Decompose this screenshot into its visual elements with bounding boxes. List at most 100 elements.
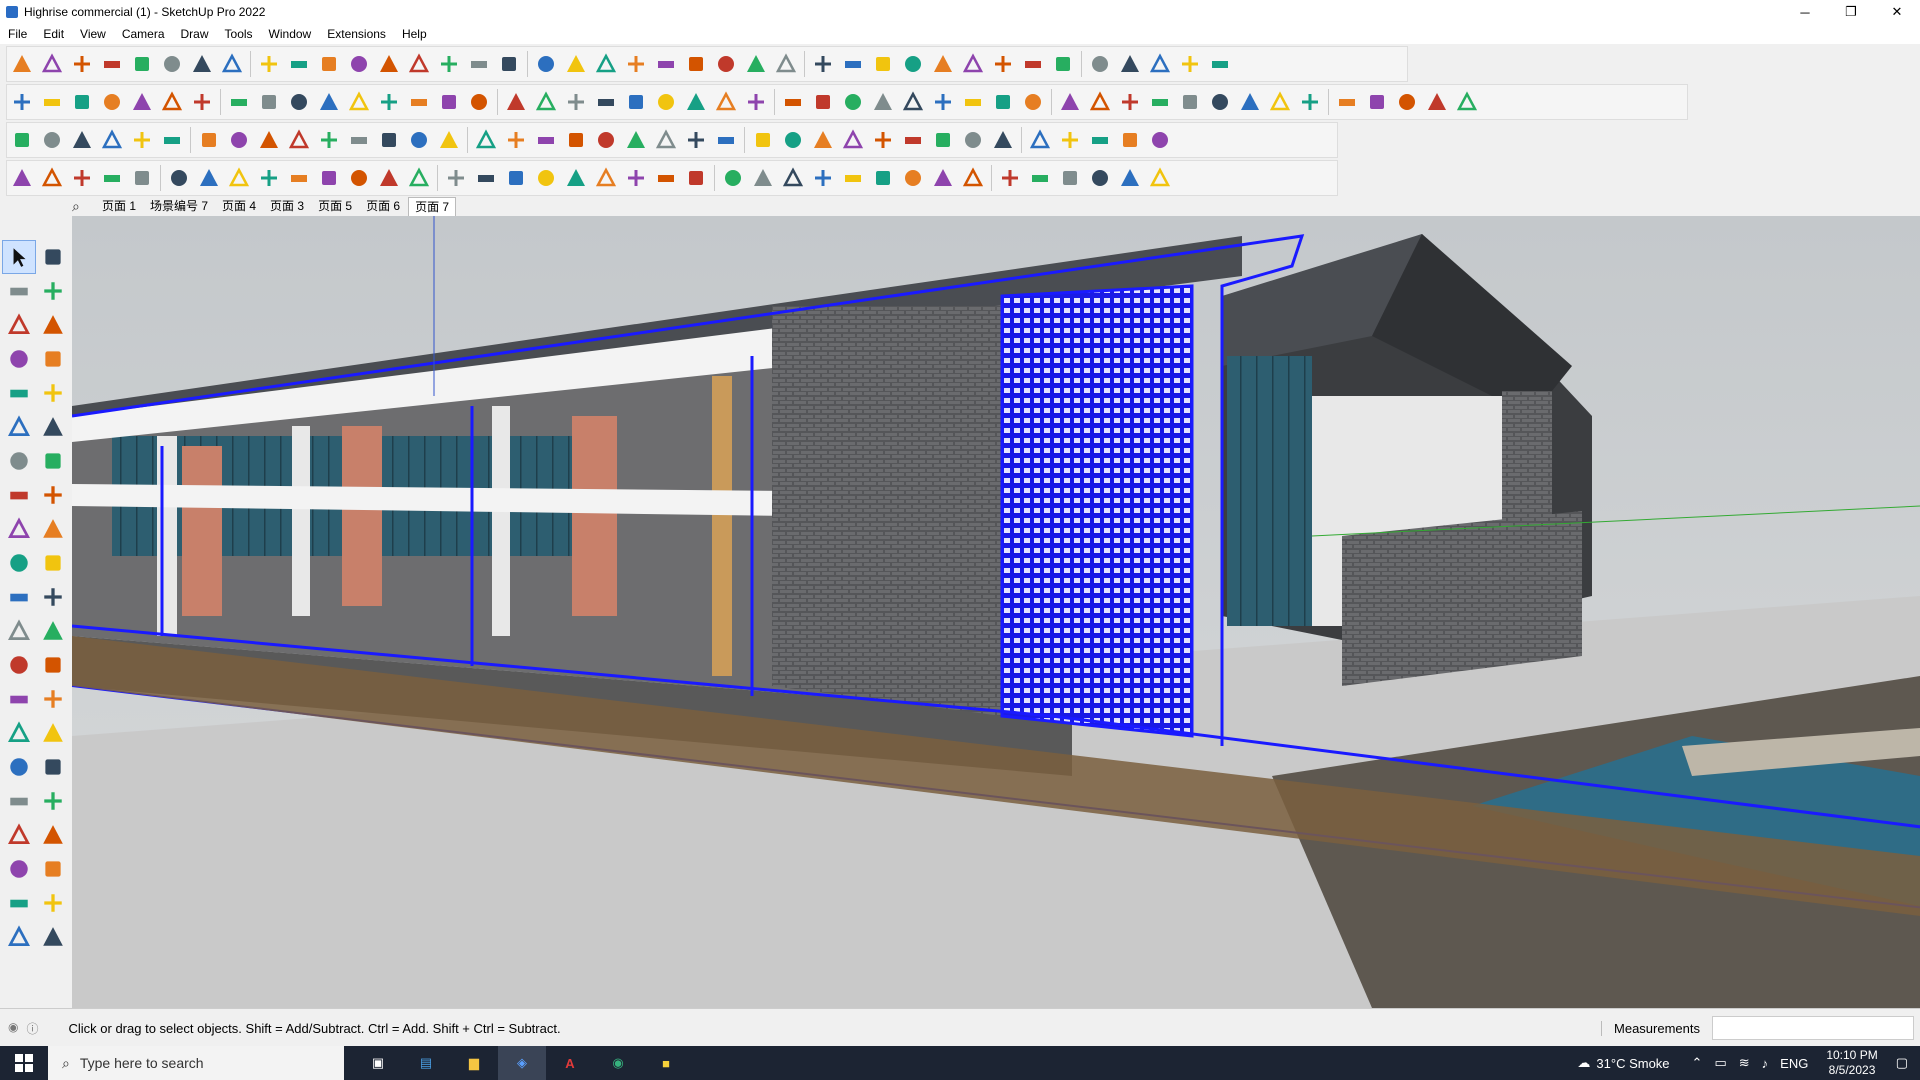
toolbar-tool-icon[interactable]: [1145, 125, 1175, 155]
toolbar-tool-icon[interactable]: [157, 87, 187, 117]
toolbar-tool-icon[interactable]: [681, 87, 711, 117]
toolbar-tool-icon[interactable]: [1332, 87, 1362, 117]
palette-tool-icon[interactable]: [2, 580, 36, 614]
toolbar-tool-icon[interactable]: [37, 125, 67, 155]
toolbar-tool-icon[interactable]: [591, 125, 621, 155]
geo-location-icon[interactable]: ◉: [8, 1020, 18, 1037]
toolbar-tool-icon[interactable]: [621, 125, 651, 155]
toolbar-tool-icon[interactable]: [1265, 87, 1295, 117]
menu-window[interactable]: Window: [261, 24, 320, 44]
toolbar-tool-icon[interactable]: [1085, 49, 1115, 79]
toolbar-tool-icon[interactable]: [651, 87, 681, 117]
sticky-notes-icon[interactable]: ■: [642, 1046, 690, 1080]
toolbar-tool-icon[interactable]: [838, 49, 868, 79]
toolbar-tool-icon[interactable]: [187, 49, 217, 79]
toolbar-tool-icon[interactable]: [127, 163, 157, 193]
toolbar-tool-icon[interactable]: [464, 87, 494, 117]
toolbar-tool-icon[interactable]: [808, 163, 838, 193]
toolbar-tool-icon[interactable]: [808, 87, 838, 117]
toolbar-tool-icon[interactable]: [898, 163, 928, 193]
toolbar-tool-icon[interactable]: [928, 125, 958, 155]
toolbar-tool-icon[interactable]: [838, 163, 868, 193]
palette-tool-icon[interactable]: [2, 342, 36, 376]
toolbar-tool-icon[interactable]: [958, 49, 988, 79]
toolbar-tool-icon[interactable]: [314, 87, 344, 117]
toolbar-tool-icon[interactable]: [988, 125, 1018, 155]
toolbar-tool-icon[interactable]: [224, 87, 254, 117]
palette-tool-icon[interactable]: [2, 512, 36, 546]
toolbar-tool-icon[interactable]: [127, 49, 157, 79]
toolbar-tool-icon[interactable]: [284, 87, 314, 117]
toolbar-tool-icon[interactable]: [314, 163, 344, 193]
toolbar-tool-icon[interactable]: [217, 49, 247, 79]
palette-tool-icon[interactable]: [2, 308, 36, 342]
palette-tool-icon[interactable]: [2, 852, 36, 886]
toolbar-tool-icon[interactable]: [471, 163, 501, 193]
minimize-button[interactable]: ─: [1782, 0, 1828, 24]
scene-tab[interactable]: 场景编号 7: [144, 197, 214, 215]
toolbar-tool-icon[interactable]: [464, 49, 494, 79]
calculator-icon[interactable]: ▤: [402, 1046, 450, 1080]
toolbar-tool-icon[interactable]: [1055, 125, 1085, 155]
menu-draw[interactable]: Draw: [173, 24, 217, 44]
toolbar-tool-icon[interactable]: [7, 87, 37, 117]
toolbar-tool-icon[interactable]: [748, 163, 778, 193]
palette-tool-icon[interactable]: [2, 410, 36, 444]
toolbar-tool-icon[interactable]: [374, 49, 404, 79]
toolbar-tool-icon[interactable]: [1115, 163, 1145, 193]
palette-tool-icon[interactable]: [36, 818, 70, 852]
toolbar-tool-icon[interactable]: [374, 125, 404, 155]
toolbar-tool-icon[interactable]: [7, 163, 37, 193]
toolbar-tool-icon[interactable]: [441, 163, 471, 193]
palette-tool-icon[interactable]: [36, 750, 70, 784]
palette-tool-icon[interactable]: [36, 784, 70, 818]
toolbar-tool-icon[interactable]: [1018, 49, 1048, 79]
palette-tool-icon[interactable]: [36, 580, 70, 614]
toolbar-tool-icon[interactable]: [995, 163, 1025, 193]
palette-tool-icon[interactable]: [36, 512, 70, 546]
selected-screen-wall[interactable]: [1000, 284, 1194, 738]
toolbar-tool-icon[interactable]: [194, 125, 224, 155]
toolbar-tool-icon[interactable]: [344, 49, 374, 79]
toolbar-tool-icon[interactable]: [1145, 87, 1175, 117]
palette-tool-icon[interactable]: [36, 410, 70, 444]
toolbar-tool-icon[interactable]: [771, 49, 801, 79]
toolbar-tool-icon[interactable]: [958, 87, 988, 117]
toolbar-tool-icon[interactable]: [1452, 87, 1482, 117]
toolbar-tool-icon[interactable]: [37, 49, 67, 79]
palette-tool-icon[interactable]: [36, 716, 70, 750]
toolbar-tool-icon[interactable]: [868, 87, 898, 117]
taskbar-clock[interactable]: 10:10 PM 8/5/2023: [1826, 1048, 1877, 1078]
toolbar-tool-icon[interactable]: [97, 49, 127, 79]
model-scene[interactable]: [72, 216, 1920, 1008]
scene-search-icon[interactable]: ⌕: [72, 198, 96, 215]
toolbar-tool-icon[interactable]: [284, 163, 314, 193]
toolbar-tool-icon[interactable]: [808, 125, 838, 155]
toolbar-tool-icon[interactable]: [741, 87, 771, 117]
toolbar-tool-icon[interactable]: [868, 125, 898, 155]
toolbar-tool-icon[interactable]: [621, 163, 651, 193]
toolbar-tool-icon[interactable]: [711, 87, 741, 117]
palette-tool-icon[interactable]: [36, 852, 70, 886]
palette-tool-icon[interactable]: [2, 818, 36, 852]
toolbar-tool-icon[interactable]: [404, 163, 434, 193]
toolbar-tool-icon[interactable]: [1085, 87, 1115, 117]
autocad-icon[interactable]: A: [546, 1046, 594, 1080]
palette-tool-icon[interactable]: [2, 784, 36, 818]
toolbar-tool-icon[interactable]: [434, 49, 464, 79]
toolbar-tool-icon[interactable]: [127, 87, 157, 117]
toolbar-tool-icon[interactable]: [531, 163, 561, 193]
weather-widget[interactable]: ☁ 31°C Smoke: [1577, 1055, 1669, 1071]
palette-tool-icon[interactable]: [36, 682, 70, 716]
palette-tool-icon[interactable]: [36, 614, 70, 648]
toolbar-tool-icon[interactable]: [374, 87, 404, 117]
toolbar-tool-icon[interactable]: [778, 87, 808, 117]
toolbar-tool-icon[interactable]: [681, 163, 711, 193]
toolbar-tool-icon[interactable]: [868, 49, 898, 79]
menu-view[interactable]: View: [72, 24, 114, 44]
toolbar-tool-icon[interactable]: [501, 163, 531, 193]
palette-tool-icon[interactable]: [36, 308, 70, 342]
palette-tool-icon[interactable]: [36, 376, 70, 410]
model-viewport[interactable]: [72, 216, 1920, 1008]
toolbar-tool-icon[interactable]: [1175, 49, 1205, 79]
